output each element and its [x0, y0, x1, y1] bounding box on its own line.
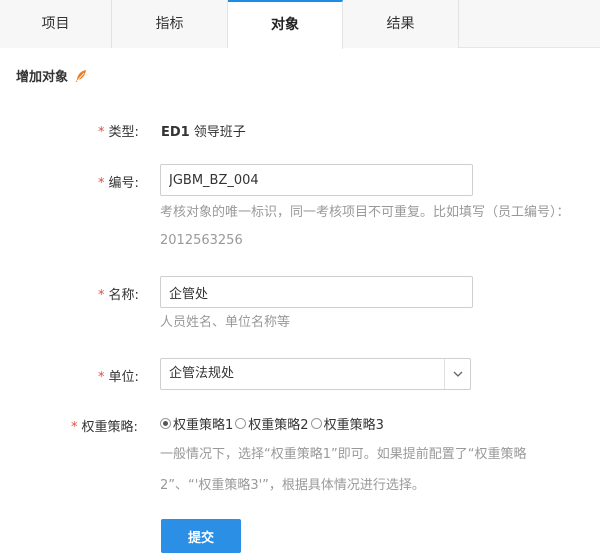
weight-label: * 权重策略:	[71, 420, 138, 435]
weight-radio-2[interactable]: 权重策略2	[235, 414, 309, 433]
tab-project[interactable]: 项目	[0, 0, 112, 48]
code-hint-example: 2012563256	[160, 233, 243, 248]
tab-result[interactable]: 结果	[343, 0, 459, 48]
name-input[interactable]	[160, 276, 473, 308]
section-title: 增加对象	[16, 66, 88, 85]
section-title-text: 增加对象	[16, 70, 69, 85]
name-hint: 人员姓名、单位名称等	[160, 315, 291, 330]
unit-label: * 单位:	[98, 370, 139, 385]
tab-bar: 项目 指标 对象 结果	[0, 0, 600, 49]
code-hint: 考核对象的唯一标识，同一考核项目不可重复。比如填写（员工编号）：	[160, 205, 570, 220]
unit-select-value: 企管法规处	[169, 366, 235, 381]
weight-radio-3[interactable]: 权重策略3	[310, 414, 384, 433]
type-code: ED1	[161, 125, 190, 140]
tab-object[interactable]: 对象	[228, 0, 343, 49]
type-value: ED1 领导班子	[161, 121, 246, 140]
radio-button[interactable]	[310, 418, 322, 429]
submit-button[interactable]: 提交	[161, 519, 241, 553]
feather-icon	[76, 69, 87, 82]
weight-radio-group: 权重策略1 权重策略2 权重策略3	[160, 414, 386, 433]
required-mark: *	[98, 370, 105, 385]
unit-select[interactable]: 企管法规处	[160, 358, 471, 390]
radio-button[interactable]	[235, 418, 247, 429]
required-mark: *	[98, 125, 105, 140]
code-input[interactable]	[160, 164, 473, 196]
required-mark: *	[98, 288, 105, 303]
required-mark: *	[71, 420, 78, 435]
weight-hint-continued: 2”、“'权重策略3'”，根据具体情况进行选择。	[160, 478, 425, 493]
name-label: * 名称:	[98, 288, 139, 303]
tab-indicator[interactable]: 指标	[112, 0, 228, 48]
code-label: * 编号:	[98, 176, 139, 191]
weight-hint: 一般情况下，选择“权重策略1”即可。如果提前配置了“权重策略	[160, 447, 527, 462]
type-name: 领导班子	[193, 125, 246, 140]
radio-button[interactable]	[160, 418, 171, 429]
weight-radio-1[interactable]: 权重策略1	[160, 414, 233, 433]
chevron-down-icon[interactable]	[444, 359, 470, 389]
required-mark: *	[98, 176, 105, 191]
type-label: * 类型:	[98, 125, 139, 140]
